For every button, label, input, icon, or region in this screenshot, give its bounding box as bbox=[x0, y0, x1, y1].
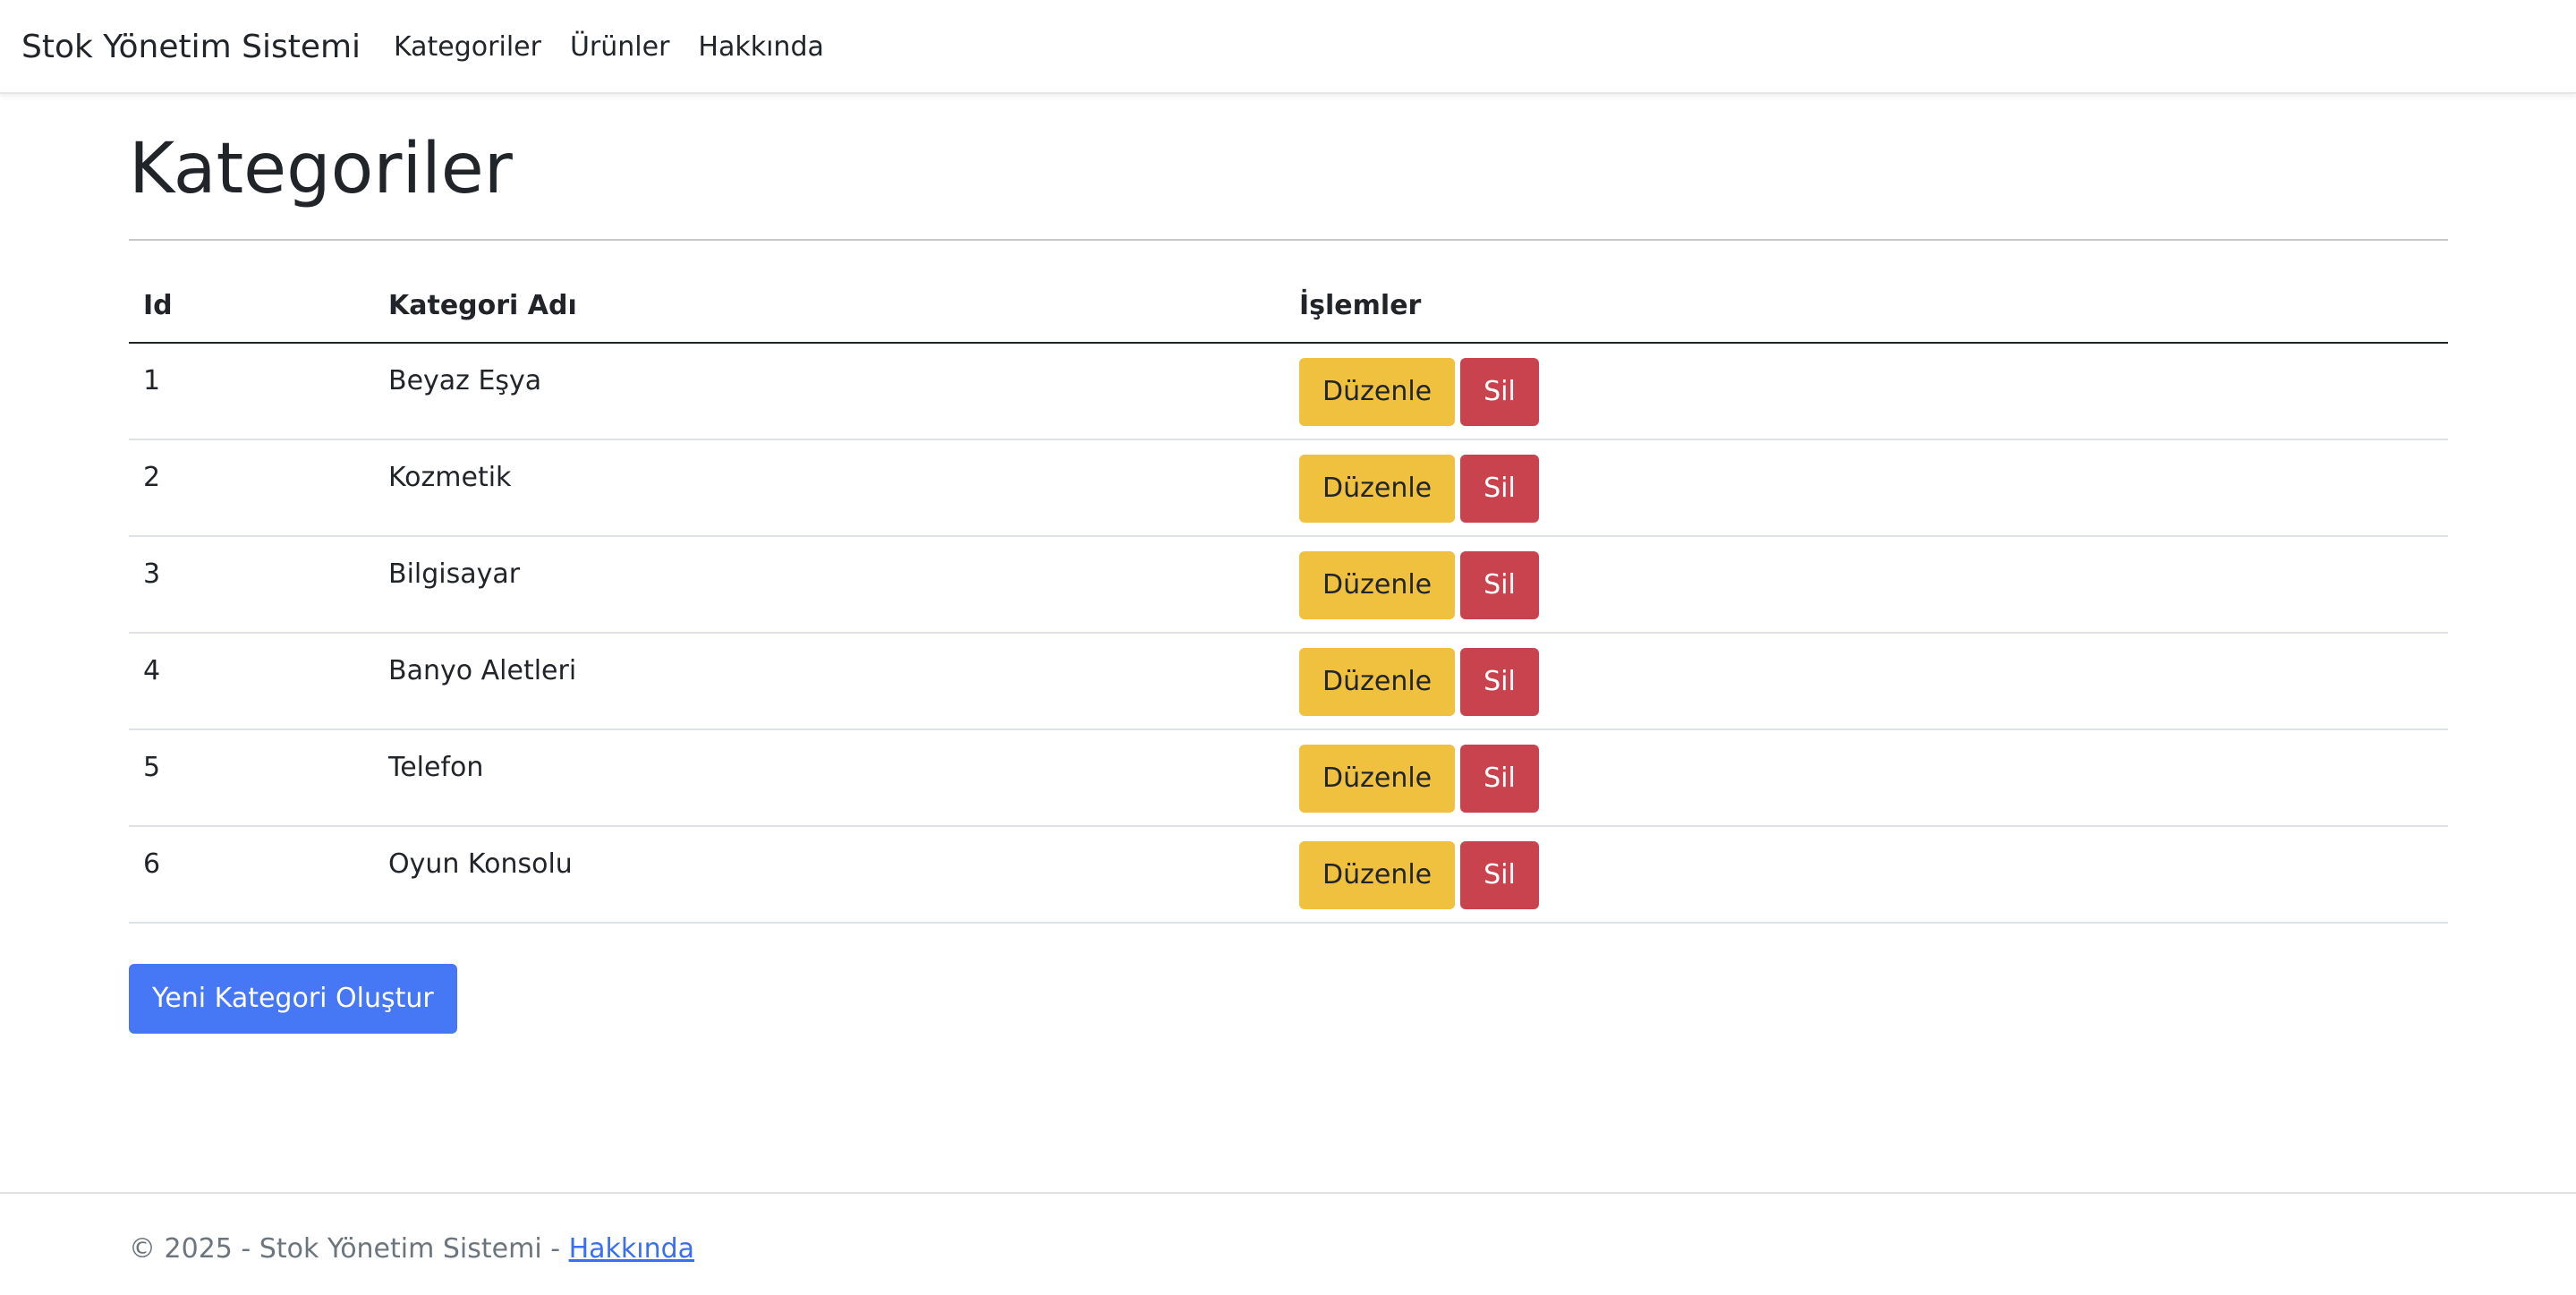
nav-links: Kategoriler Ürünler Hakkında bbox=[394, 0, 824, 94]
table-row: 2 Kozmetik Düzenle Sil bbox=[129, 439, 2448, 537]
cell-actions: Düzenle Sil bbox=[1285, 826, 2448, 924]
cell-id: 5 bbox=[129, 729, 374, 827]
column-header-id: Id bbox=[129, 268, 374, 344]
delete-button[interactable]: Sil bbox=[1460, 648, 1539, 716]
cell-id: 2 bbox=[129, 439, 374, 537]
edit-button[interactable]: Düzenle bbox=[1299, 358, 1456, 426]
delete-button[interactable]: Sil bbox=[1460, 358, 1539, 426]
cell-name: Kozmetik bbox=[374, 439, 1285, 537]
table-header: Id Kategori Adı İşlemler bbox=[129, 268, 2448, 344]
title-divider bbox=[129, 239, 2448, 241]
cell-actions: Düzenle Sil bbox=[1285, 343, 2448, 440]
cell-name: Telefon bbox=[374, 729, 1285, 827]
cell-actions: Düzenle Sil bbox=[1285, 729, 2448, 827]
cell-actions: Düzenle Sil bbox=[1285, 439, 2448, 537]
footer: © 2025 - Stok Yönetim Sistemi - Hakkında bbox=[0, 1192, 2576, 1295]
cell-name: Bilgisayar bbox=[374, 536, 1285, 634]
edit-button[interactable]: Düzenle bbox=[1299, 455, 1456, 523]
nav-link-hakkinda[interactable]: Hakkında bbox=[698, 31, 823, 63]
cell-name: Oyun Konsolu bbox=[374, 826, 1285, 924]
footer-text: © 2025 - Stok Yönetim Sistemi - Hakkında bbox=[129, 1233, 694, 1265]
edit-button[interactable]: Düzenle bbox=[1299, 841, 1456, 909]
table-header-row: Id Kategori Adı İşlemler bbox=[129, 268, 2448, 344]
cell-name: Banyo Aletleri bbox=[374, 633, 1285, 730]
footer-copyright: © 2025 - Stok Yönetim Sistemi - bbox=[129, 1233, 569, 1265]
cell-id: 6 bbox=[129, 826, 374, 924]
delete-button[interactable]: Sil bbox=[1460, 455, 1539, 523]
new-category-button[interactable]: Yeni Kategori Oluştur bbox=[129, 964, 457, 1034]
cell-id: 3 bbox=[129, 536, 374, 634]
table-row: 3 Bilgisayar Düzenle Sil bbox=[129, 536, 2448, 634]
cell-id: 4 bbox=[129, 633, 374, 730]
cell-id: 1 bbox=[129, 343, 374, 440]
table-row: 5 Telefon Düzenle Sil bbox=[129, 729, 2448, 827]
edit-button[interactable]: Düzenle bbox=[1299, 648, 1456, 716]
categories-table: Id Kategori Adı İşlemler 1 Beyaz Eşya Dü… bbox=[129, 268, 2448, 924]
table-row: 6 Oyun Konsolu Düzenle Sil bbox=[129, 826, 2448, 924]
delete-button[interactable]: Sil bbox=[1460, 841, 1539, 909]
nav-link-urunler[interactable]: Ürünler bbox=[570, 31, 669, 63]
column-header-actions: İşlemler bbox=[1285, 268, 2448, 344]
navbar: Stok Yönetim Sistemi Kategoriler Ürünler… bbox=[0, 0, 2576, 94]
column-header-name: Kategori Adı bbox=[374, 268, 1285, 344]
table-body: 1 Beyaz Eşya Düzenle Sil 2 Kozmetik Düzen… bbox=[129, 343, 2448, 924]
table-row: 1 Beyaz Eşya Düzenle Sil bbox=[129, 343, 2448, 440]
footer-link-hakkinda[interactable]: Hakkında bbox=[569, 1233, 694, 1265]
delete-button[interactable]: Sil bbox=[1460, 745, 1539, 813]
cell-actions: Düzenle Sil bbox=[1285, 536, 2448, 634]
cell-name: Beyaz Eşya bbox=[374, 343, 1285, 440]
edit-button[interactable]: Düzenle bbox=[1299, 745, 1456, 813]
nav-link-kategoriler[interactable]: Kategoriler bbox=[394, 31, 541, 63]
edit-button[interactable]: Düzenle bbox=[1299, 551, 1456, 619]
page-title: Kategoriler bbox=[129, 129, 513, 209]
navbar-brand[interactable]: Stok Yönetim Sistemi bbox=[21, 0, 361, 94]
delete-button[interactable]: Sil bbox=[1460, 551, 1539, 619]
cell-actions: Düzenle Sil bbox=[1285, 633, 2448, 730]
table-row: 4 Banyo Aletleri Düzenle Sil bbox=[129, 633, 2448, 730]
